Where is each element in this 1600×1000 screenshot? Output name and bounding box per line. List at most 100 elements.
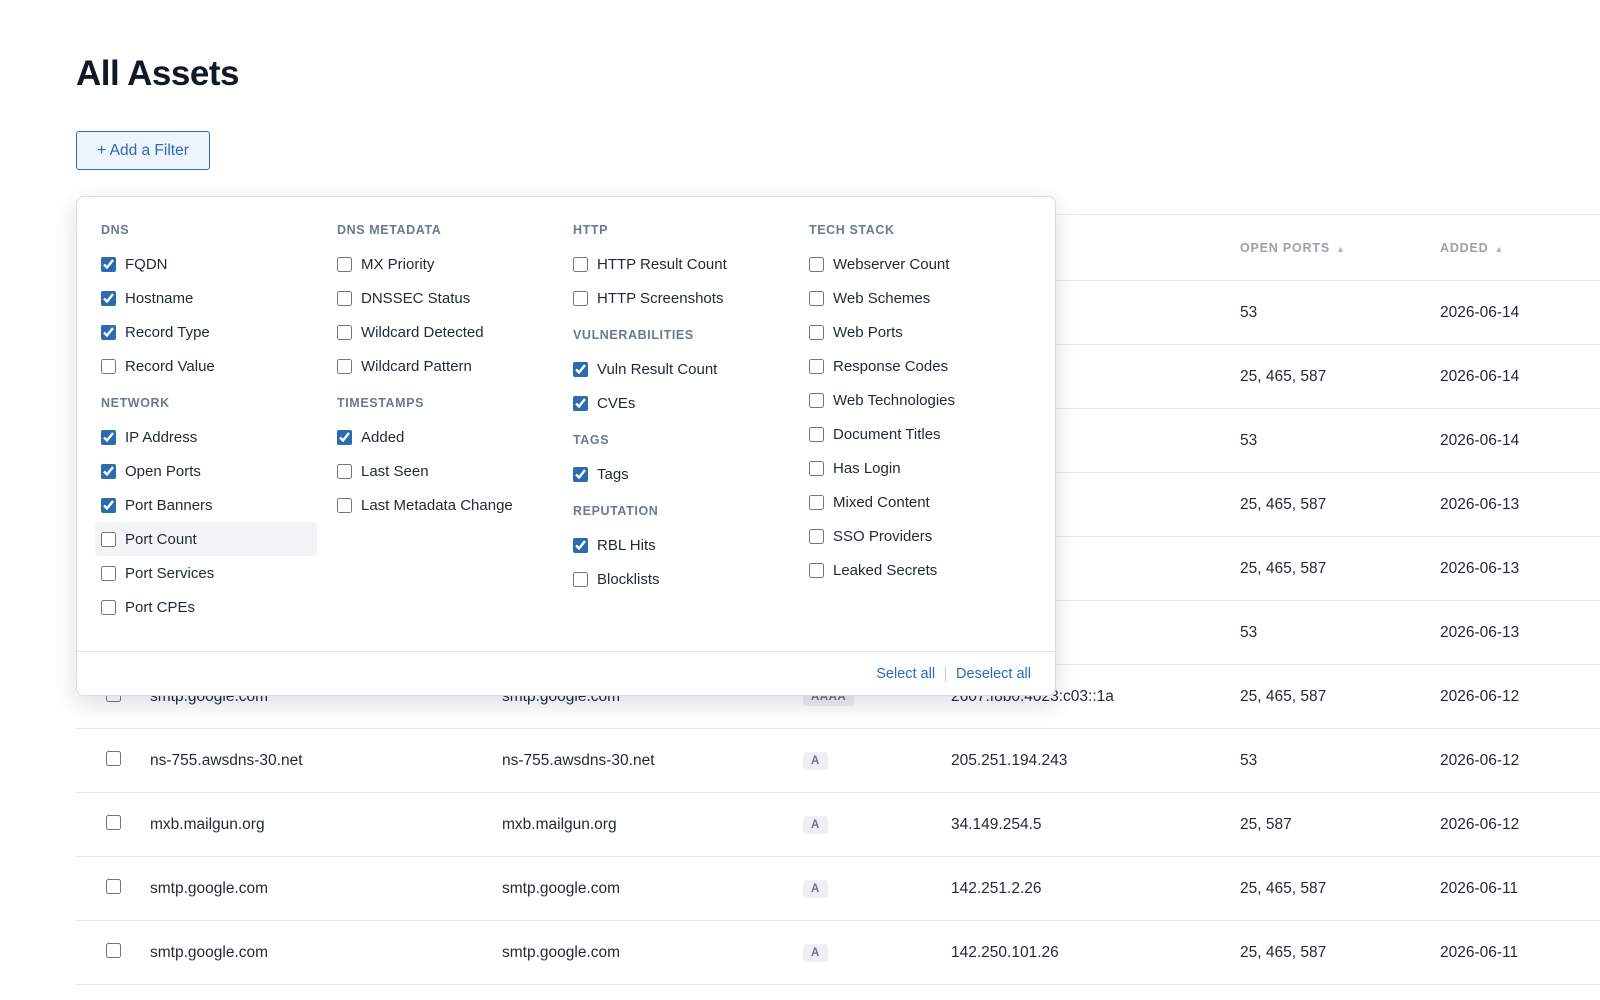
- table-row[interactable]: ns-755.awsdns-30.net ns-755.awsdns-30.net…: [76, 728, 1600, 793]
- filter-checkbox[interactable]: [809, 528, 824, 544]
- filter-option-record-value[interactable]: Record Value: [77, 349, 323, 383]
- filter-checkbox[interactable]: [573, 537, 588, 553]
- filter-checkbox[interactable]: [101, 290, 116, 306]
- filter-option-sso-providers[interactable]: SSO Providers: [785, 519, 1031, 553]
- filter-checkbox[interactable]: [809, 358, 824, 374]
- filter-checkbox[interactable]: [337, 290, 352, 306]
- filter-checkbox[interactable]: [101, 463, 116, 479]
- filter-checkbox[interactable]: [337, 324, 352, 340]
- filter-checkbox[interactable]: [101, 497, 116, 513]
- filter-option-http-result-count[interactable]: HTTP Result Count: [549, 247, 795, 281]
- filter-option-port-cpes[interactable]: Port CPEs: [77, 590, 323, 624]
- filter-option-record-type[interactable]: Record Type: [77, 315, 323, 349]
- filter-checkbox[interactable]: [809, 460, 824, 476]
- filter-option-web-schemes[interactable]: Web Schemes: [785, 281, 1031, 315]
- filter-option-rbl-hits[interactable]: RBL Hits: [549, 528, 795, 562]
- filter-option-tags[interactable]: Tags: [549, 457, 795, 491]
- filter-checkbox[interactable]: [101, 358, 116, 374]
- filter-option-mx-priority[interactable]: MX Priority: [313, 247, 559, 281]
- filter-option-wildcard-pattern[interactable]: Wildcard Pattern: [313, 349, 559, 383]
- filter-checkbox[interactable]: [809, 426, 824, 442]
- column-header-open-ports[interactable]: OPEN PORTS ▲: [1240, 214, 1440, 281]
- filter-option-port-services[interactable]: Port Services: [77, 556, 323, 590]
- filter-option-mixed-content[interactable]: Mixed Content: [785, 485, 1031, 519]
- filter-checkbox[interactable]: [573, 571, 588, 587]
- filter-checkbox[interactable]: [573, 256, 588, 272]
- filter-columns: DNS FQDN Hostname Record Type Record Value NE…: [77, 197, 1055, 653]
- filter-checkbox[interactable]: [573, 361, 588, 377]
- row-checkbox[interactable]: [106, 814, 121, 830]
- filter-checkbox[interactable]: [101, 531, 116, 547]
- deselect-all-link[interactable]: Deselect all: [956, 666, 1031, 682]
- filter-option-label: Added: [361, 428, 405, 446]
- filter-checkbox[interactable]: [101, 324, 116, 340]
- filter-group-title: TAGS: [573, 433, 610, 447]
- filter-option-label: RBL Hits: [597, 536, 656, 554]
- filter-option-cves[interactable]: CVEs: [549, 386, 795, 420]
- filter-option-blocklists[interactable]: Blocklists: [549, 562, 795, 596]
- added-cell: 2026-06-12: [1440, 792, 1600, 857]
- filter-checkbox[interactable]: [573, 466, 588, 482]
- filter-option-web-ports[interactable]: Web Ports: [785, 315, 1031, 349]
- filter-option-label: SSO Providers: [833, 527, 933, 545]
- table-row[interactable]: smtp.google.com smtp.google.com A 142.250.1…: [76, 920, 1600, 985]
- filter-checkbox[interactable]: [101, 565, 116, 581]
- filter-option-document-titles[interactable]: Document Titles: [785, 417, 1031, 451]
- filter-option-label: Record Type: [125, 323, 210, 341]
- filter-option-web-technologies[interactable]: Web Technologies: [785, 383, 1031, 417]
- filter-option-wildcard-detected[interactable]: Wildcard Detected: [313, 315, 559, 349]
- row-checkbox[interactable]: [106, 750, 121, 766]
- fqdn-cell: ns-755.awsdns-30.net: [150, 728, 502, 793]
- filter-checkbox[interactable]: [337, 358, 352, 374]
- filter-option-has-login[interactable]: Has Login: [785, 451, 1031, 485]
- filter-option-label: Last Seen: [361, 462, 429, 480]
- filter-option-leaked-secrets[interactable]: Leaked Secrets: [785, 553, 1031, 587]
- filter-option-port-banners[interactable]: Port Banners: [77, 488, 323, 522]
- hostname-cell: mxb.mailgun.org: [502, 792, 803, 857]
- hostname-cell: ns-755.awsdns-30.net: [502, 728, 803, 793]
- filter-checkbox[interactable]: [809, 562, 824, 578]
- filter-option-hostname[interactable]: Hostname: [77, 281, 323, 315]
- filter-option-fqdn[interactable]: FQDN: [77, 247, 323, 281]
- column-header-added[interactable]: ADDED ▲: [1440, 214, 1600, 281]
- filter-checkbox[interactable]: [101, 599, 116, 615]
- filter-option-open-ports[interactable]: Open Ports: [77, 454, 323, 488]
- filter-checkbox[interactable]: [809, 392, 824, 408]
- record-type-cell: A: [803, 728, 951, 793]
- filter-checkbox[interactable]: [809, 324, 824, 340]
- filter-checkbox[interactable]: [809, 256, 824, 272]
- filter-option-last-metadata-change[interactable]: Last Metadata Change: [313, 488, 559, 522]
- filter-checkbox[interactable]: [573, 290, 588, 306]
- filter-option-label: Web Technologies: [833, 391, 956, 409]
- row-checkbox[interactable]: [106, 878, 121, 894]
- filter-option-webserver-count[interactable]: Webserver Count: [785, 247, 1031, 281]
- filter-option-http-screenshots[interactable]: HTTP Screenshots: [549, 281, 795, 315]
- filter-group-title: REPUTATION: [573, 504, 659, 518]
- filter-option-ip-address[interactable]: IP Address: [77, 420, 323, 454]
- filter-option-response-codes[interactable]: Response Codes: [785, 349, 1031, 383]
- filter-checkbox[interactable]: [337, 497, 352, 513]
- row-checkbox[interactable]: [106, 942, 121, 958]
- filter-option-last-seen[interactable]: Last Seen: [313, 454, 559, 488]
- select-all-link[interactable]: Select all: [876, 666, 935, 682]
- filter-option-label: Has Login: [833, 459, 901, 477]
- filter-option-vuln-result-count[interactable]: Vuln Result Count: [549, 352, 795, 386]
- table-row[interactable]: smtp.google.com smtp.google.com A 142.251.2…: [76, 856, 1600, 921]
- filter-group-title: HTTP: [573, 223, 609, 237]
- filter-option-port-count[interactable]: Port Count: [95, 522, 317, 556]
- table-row[interactable]: mxb.mailgun.org mxb.mailgun.org A 34.149.25…: [76, 792, 1600, 857]
- filter-option-added[interactable]: Added: [313, 420, 559, 454]
- filter-checkbox[interactable]: [337, 463, 352, 479]
- sort-caret-icon: ▲: [1494, 243, 1505, 254]
- filter-checkbox[interactable]: [337, 256, 352, 272]
- filter-checkbox[interactable]: [101, 429, 116, 445]
- filter-checkbox[interactable]: [809, 494, 824, 510]
- filter-checkbox[interactable]: [809, 290, 824, 306]
- filter-checkbox[interactable]: [573, 395, 588, 411]
- filter-checkbox[interactable]: [337, 429, 352, 445]
- filter-option-label: CVEs: [597, 394, 636, 412]
- filter-checkbox[interactable]: [101, 256, 116, 272]
- filter-option-label: Last Metadata Change: [361, 496, 513, 514]
- filter-option-dnssec-status[interactable]: DNSSEC Status: [313, 281, 559, 315]
- add-filter-button[interactable]: + Add a Filter: [76, 131, 210, 170]
